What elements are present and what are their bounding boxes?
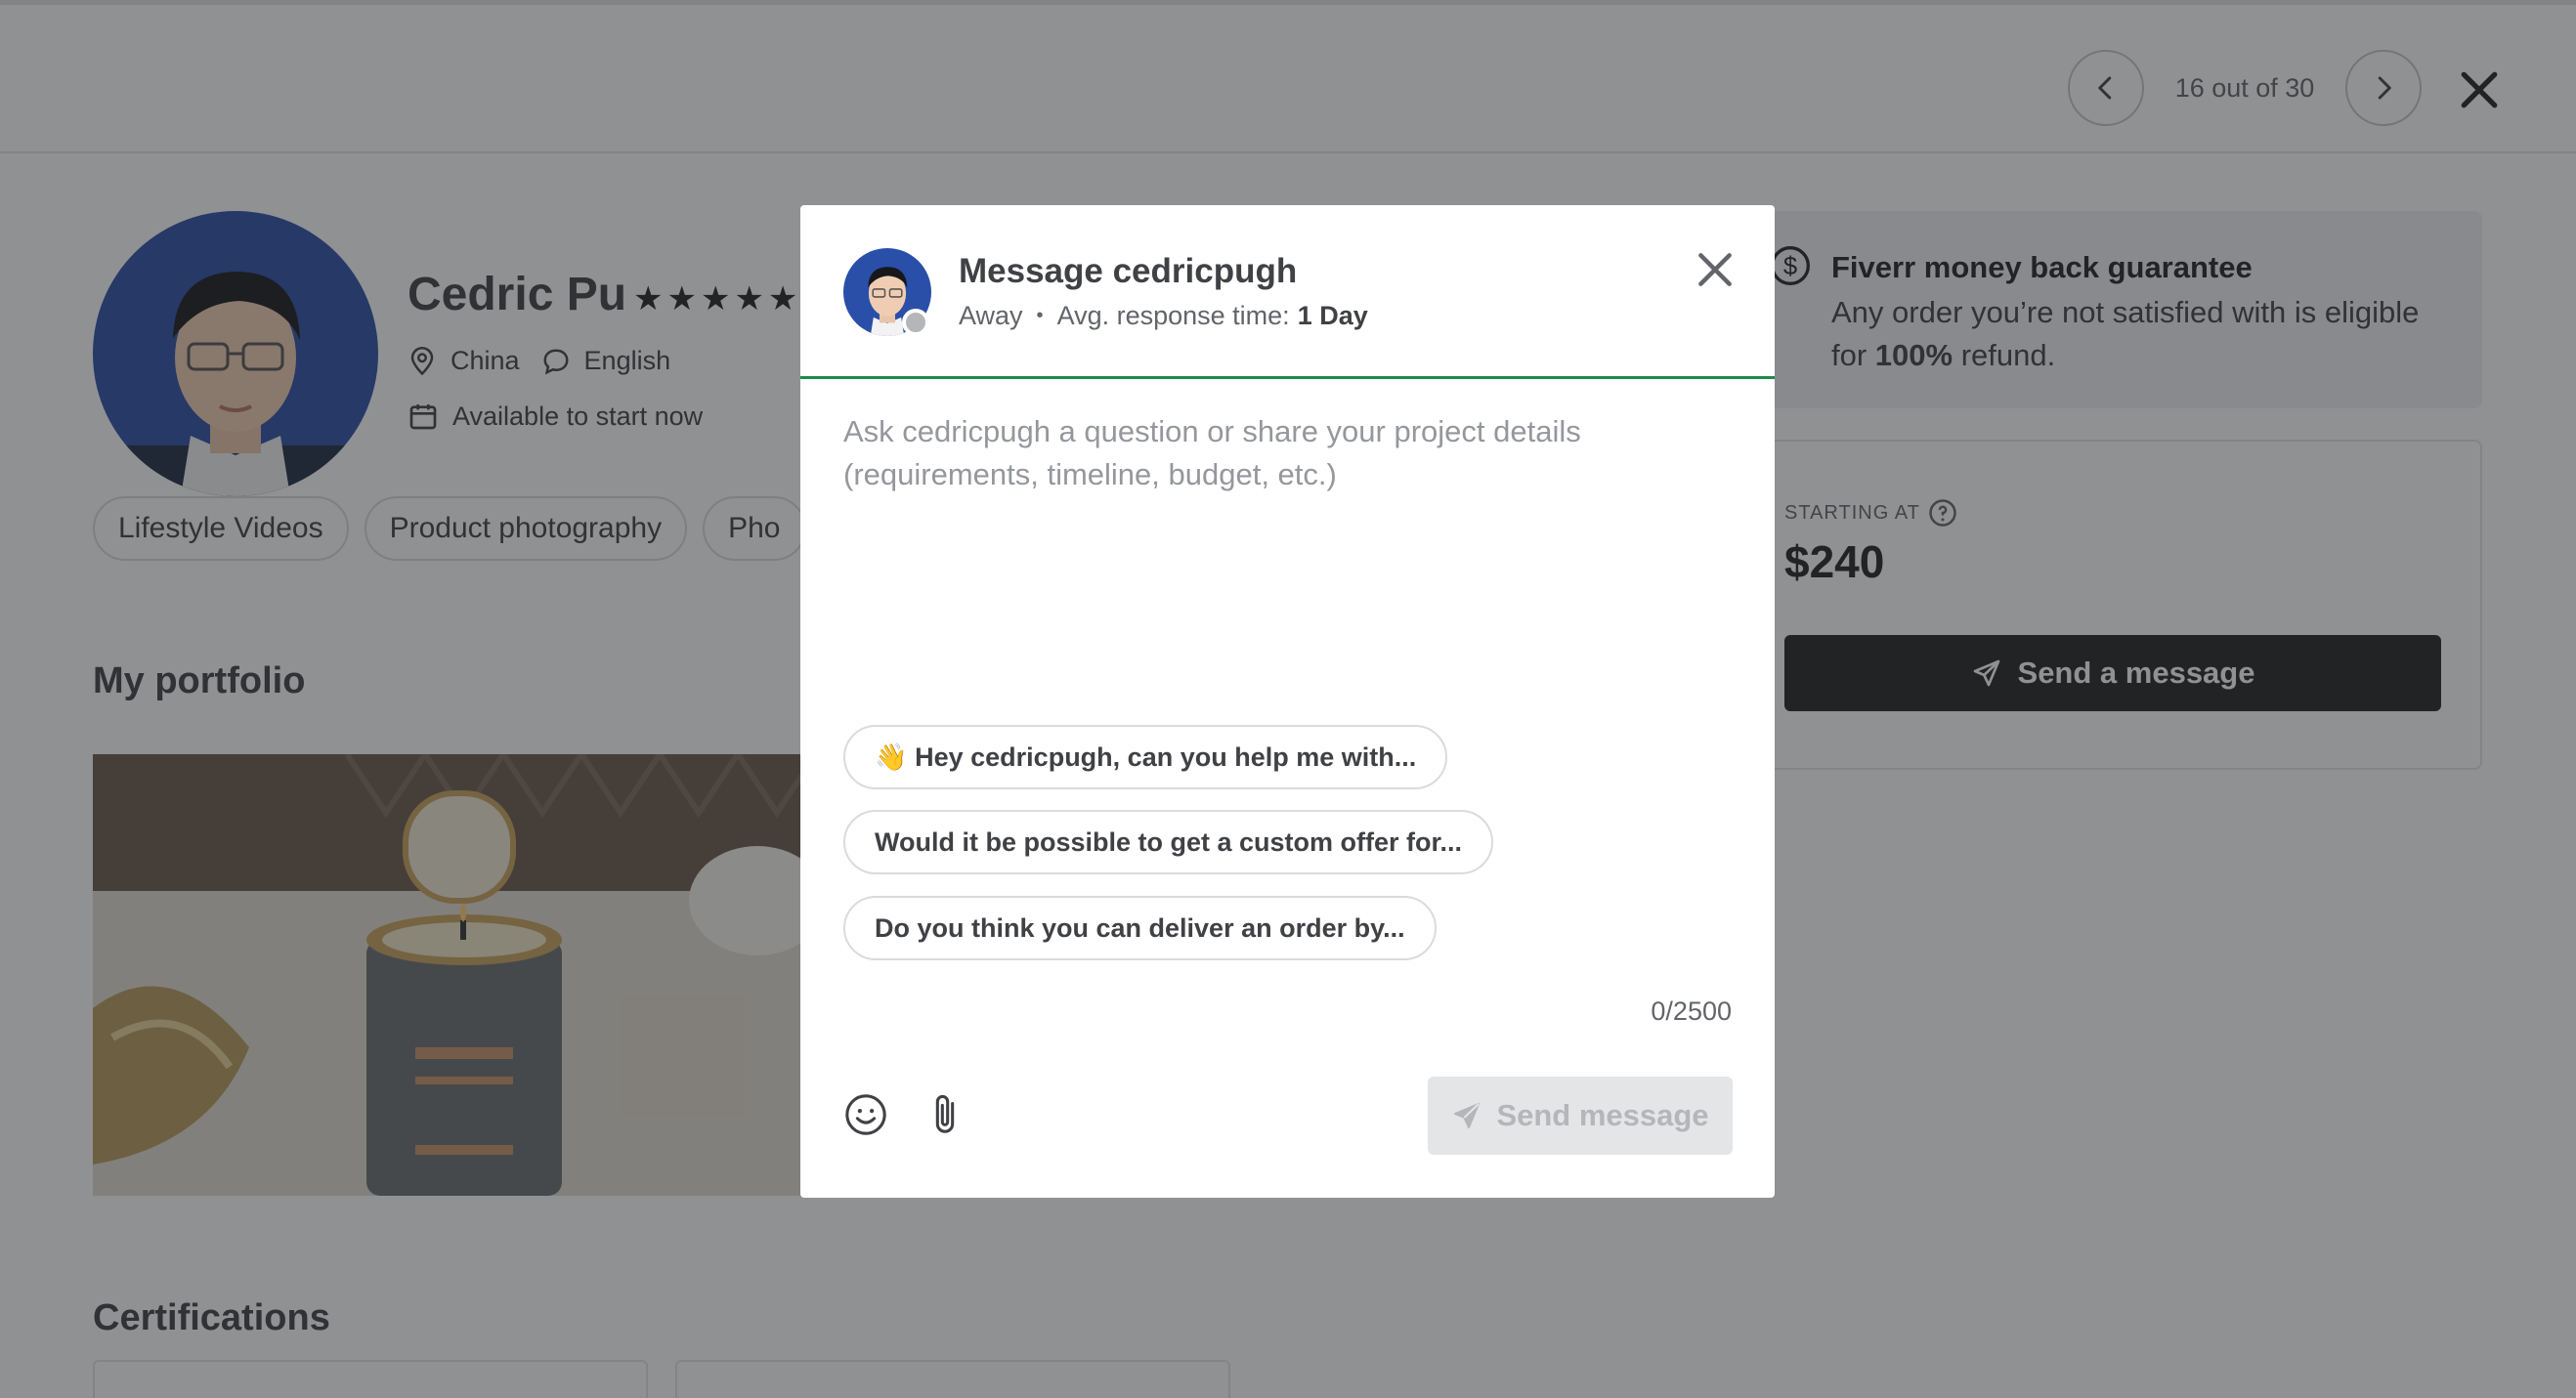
away-status-dot bbox=[902, 309, 929, 336]
modal-header: Message cedricpugh Away • Avg. response … bbox=[800, 205, 1775, 379]
close-icon[interactable] bbox=[1694, 248, 1737, 291]
suggestion-chip[interactable]: Would it be possible to get a custom off… bbox=[843, 810, 1494, 874]
emoji-icon[interactable] bbox=[843, 1092, 888, 1137]
send-message-label: Send message bbox=[1496, 1098, 1709, 1132]
separator-dot: • bbox=[1036, 305, 1044, 326]
seller-status: Away bbox=[959, 301, 1023, 330]
modal-title: Message cedricpugh bbox=[959, 252, 1298, 290]
message-modal: Message cedricpugh Away • Avg. response … bbox=[800, 205, 1775, 1198]
modal-subtitle: Away • Avg. response time: 1 Day bbox=[959, 301, 1368, 331]
paper-plane-icon bbox=[1454, 1103, 1481, 1128]
character-counter: 0/2500 bbox=[1651, 996, 1732, 1026]
paperclip-icon[interactable] bbox=[925, 1092, 965, 1137]
suggestion-chip[interactable]: Do you think you can deliver an order by… bbox=[843, 896, 1437, 960]
suggestion-chip[interactable]: 👋 Hey cedricpugh, can you help me with..… bbox=[843, 725, 1448, 789]
response-time-value: 1 Day bbox=[1297, 301, 1368, 330]
send-message-button[interactable]: Send message bbox=[1428, 1077, 1733, 1155]
response-time-label: Avg. response time: bbox=[1056, 301, 1290, 330]
